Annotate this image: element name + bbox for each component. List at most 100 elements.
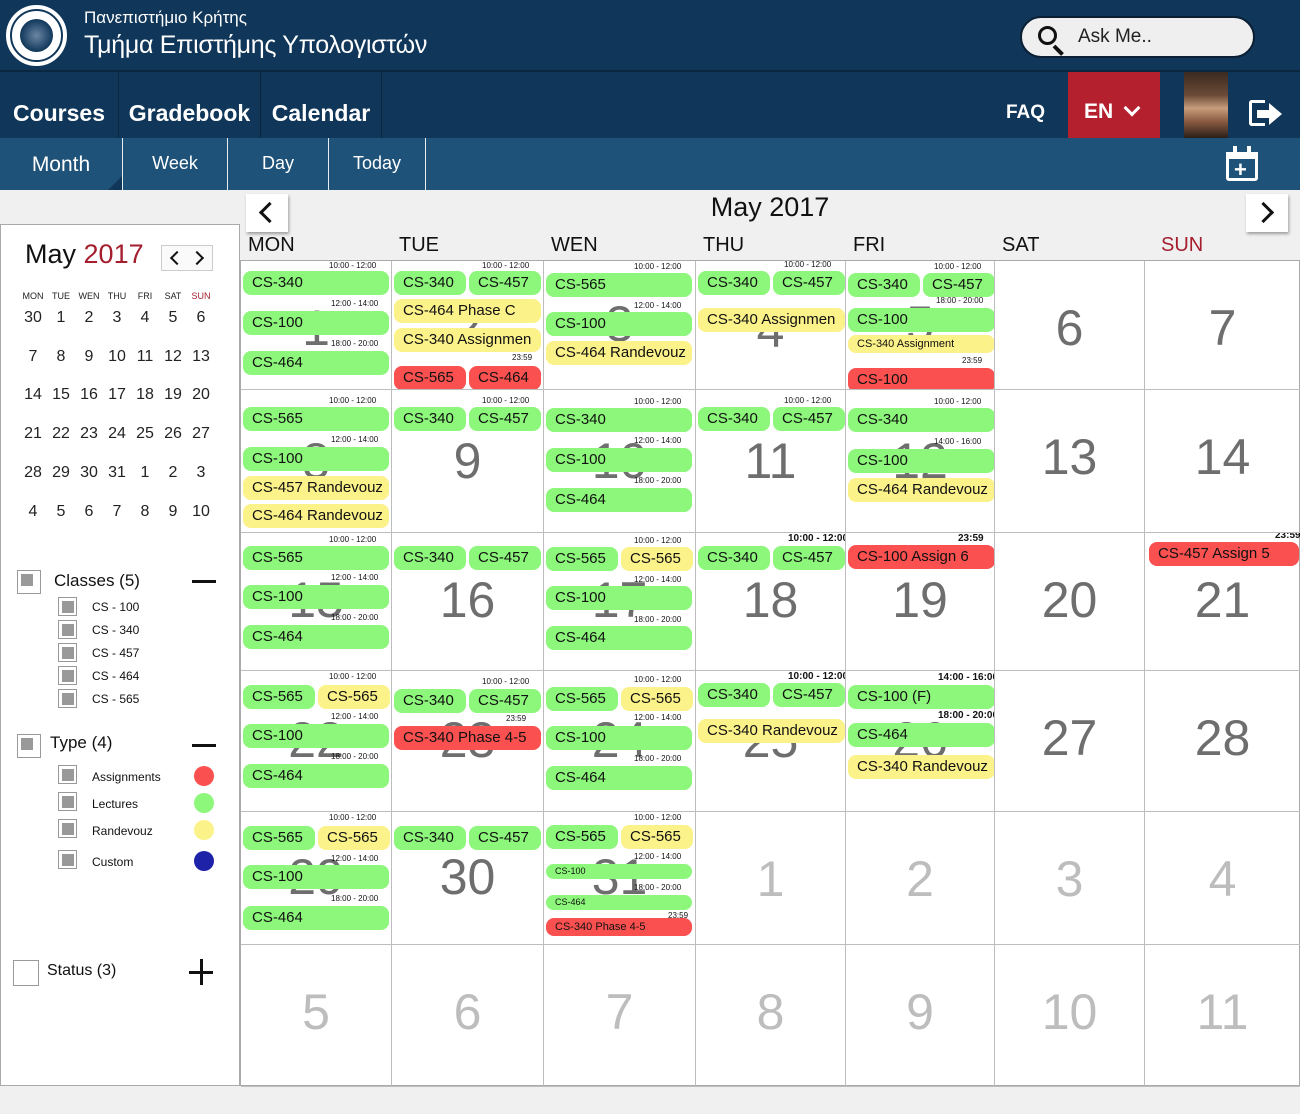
mini-day[interactable]: 27 (187, 425, 215, 443)
day-cell[interactable]: 110:00 - 12:0012:00 - 14:0018:00 - 20:00… (241, 261, 392, 390)
classes-filter-checkbox[interactable] (17, 570, 41, 594)
event-chip[interactable]: CS-565 (546, 687, 618, 711)
nav-faq[interactable]: FAQ (1006, 102, 1045, 124)
event-chip[interactable]: CS-565 (318, 826, 390, 850)
event-chip[interactable]: CS-100 (848, 368, 994, 389)
university-logo[interactable] (3, 2, 70, 69)
day-cell[interactable]: 1010:00 - 12:0012:00 - 14:0018:00 - 20:0… (544, 390, 696, 533)
day-cell[interactable]: 13 (995, 390, 1145, 533)
type-checkbox[interactable] (58, 792, 77, 811)
search-input[interactable]: Ask Me.. (1020, 16, 1255, 58)
day-cell[interactable]: 21 23:59 CS-457 Assign 5 (1145, 533, 1300, 671)
event-chip[interactable]: CS-340 (848, 408, 994, 432)
mini-day[interactable]: 15 (47, 386, 75, 404)
event-chip[interactable]: CS-340 (394, 407, 466, 431)
day-cell[interactable]: 2410:00 - 12:0012:00 - 14:0018:00 - 20:0… (544, 671, 696, 812)
event-chip[interactable]: CS-340 (394, 826, 466, 850)
day-cell[interactable]: 11 10:00 - 12:00 CS-340 CS-457 (696, 390, 846, 533)
day-cell[interactable]: 2614:00 - 16:0018:00 - 20:00CS-100 (F)CS… (846, 671, 995, 812)
class-checkbox[interactable] (58, 666, 77, 685)
event-chip[interactable]: CS-100 (546, 726, 692, 750)
event-chip[interactable]: CS-100 (848, 308, 994, 332)
event-chip[interactable]: CS-100 Assign 6 (848, 545, 994, 569)
day-cell[interactable]: 16 CS-340 CS-457 (392, 533, 544, 671)
mini-day[interactable]: 28 (19, 464, 47, 482)
day-cell[interactable]: 210:00 - 12:0023:59CS-340CS-457CS-464 Ph… (392, 261, 544, 390)
day-cell[interactable]: 810:00 - 12:0012:00 - 14:00CS-565CS-100C… (241, 390, 392, 533)
event-chip[interactable]: CS-464 (243, 906, 389, 930)
event-chip[interactable]: CS-565 (318, 685, 390, 709)
day-cell[interactable]: 9 (846, 945, 995, 1087)
day-cell[interactable]: 7 (1145, 261, 1300, 390)
mini-day[interactable]: 11 (131, 348, 159, 366)
nav-calendar[interactable]: Calendar (261, 72, 382, 140)
day-cell[interactable]: 18 10:00 - 12:00 CS-340 CS-457 (696, 533, 846, 671)
mini-day[interactable]: 1 (131, 464, 159, 482)
day-cell[interactable]: 8 (696, 945, 846, 1087)
event-chip[interactable]: CS-464 (243, 625, 389, 649)
event-chip[interactable]: CS-340 Randevouz (848, 755, 994, 779)
mini-day[interactable]: 8 (131, 503, 159, 521)
mini-day[interactable]: 6 (187, 309, 215, 327)
mini-day[interactable]: 19 (159, 386, 187, 404)
mini-day[interactable]: 21 (19, 425, 47, 443)
day-cell[interactable]: 10 (995, 945, 1145, 1087)
day-cell[interactable]: 2510:00 - 12:00CS-340CS-457CS-340 Randev… (696, 671, 846, 812)
event-chip[interactable]: CS-100 (243, 724, 389, 748)
collapse-type-icon[interactable] (192, 744, 216, 747)
event-chip[interactable]: CS-340 Assignmen (698, 308, 845, 332)
event-chip[interactable]: CS-340 (394, 546, 466, 570)
type-checkbox[interactable] (58, 765, 77, 784)
event-chip[interactable]: CS-340 (394, 689, 466, 713)
event-chip[interactable]: CS-457 (773, 271, 845, 295)
event-chip[interactable]: CS-100 (243, 585, 389, 609)
type-checkbox[interactable] (58, 850, 77, 869)
mini-day[interactable]: 8 (47, 348, 75, 366)
view-month-button[interactable]: Month (0, 138, 123, 190)
mini-day[interactable]: 5 (47, 503, 75, 521)
mini-day[interactable]: 29 (47, 464, 75, 482)
event-chip[interactable]: CS-457 (469, 407, 541, 431)
day-cell[interactable]: 14 (1145, 390, 1300, 533)
day-cell[interactable]: 11 (1145, 945, 1300, 1087)
mini-day[interactable]: 4 (19, 503, 47, 521)
mini-day[interactable]: 20 (187, 386, 215, 404)
logout-icon[interactable] (1249, 100, 1283, 128)
mini-day[interactable]: 4 (131, 309, 159, 327)
type-checkbox[interactable] (58, 819, 77, 838)
event-chip[interactable]: CS-464 (243, 764, 389, 788)
event-chip[interactable]: CS-340 (394, 271, 466, 295)
add-event-icon[interactable]: + (1226, 146, 1260, 182)
day-cell[interactable]: 2210:00 - 12:0012:00 - 14:0018:00 - 20:0… (241, 671, 392, 812)
event-chip[interactable]: CS-340 Assignmen (394, 328, 541, 352)
mini-day[interactable]: 16 (75, 386, 103, 404)
mini-day[interactable]: 10 (103, 348, 131, 366)
day-cell[interactable]: 2310:00 - 12:0023:59CS-340CS-457CS-340 P… (392, 671, 544, 812)
event-chip[interactable]: CS-565 (546, 825, 618, 849)
view-day-button[interactable]: Day (228, 138, 329, 190)
mini-day[interactable]: 13 (187, 348, 215, 366)
event-chip[interactable]: CS-565 (243, 685, 315, 709)
event-chip[interactable]: CS-457 (773, 546, 845, 570)
day-cell[interactable]: 30 CS-340 CS-457 (392, 812, 544, 945)
mini-day[interactable]: 2 (75, 309, 103, 327)
day-cell[interactable]: 9 10:00 - 12:00 CS-340 CS-457 (392, 390, 544, 533)
event-chip[interactable]: CS-100 (546, 312, 692, 336)
event-chip[interactable]: CS-340 (698, 683, 770, 707)
event-chip[interactable]: CS-464 (848, 723, 994, 747)
event-chip[interactable]: CS-457 (469, 689, 541, 713)
event-chip[interactable]: CS-340 Phase 4-5 (394, 726, 541, 750)
mini-day[interactable]: 9 (159, 503, 187, 521)
mini-day[interactable]: 7 (103, 503, 131, 521)
event-chip[interactable]: CS-340 Assignment (848, 335, 994, 353)
event-chip[interactable]: CS-100 (848, 449, 994, 473)
day-cell[interactable]: 6 (995, 261, 1145, 390)
event-chip[interactable]: CS-340 Phase 4-5 (546, 918, 692, 936)
day-cell[interactable]: 20 (995, 533, 1145, 671)
day-cell[interactable]: 2910:00 - 12:0012:00 - 14:0018:00 - 20:0… (241, 812, 392, 945)
day-cell[interactable]: 2 (846, 812, 995, 945)
event-chip[interactable]: CS-100 (243, 865, 389, 889)
class-checkbox[interactable] (58, 643, 77, 662)
event-chip[interactable]: CS-457 (469, 546, 541, 570)
collapse-classes-icon[interactable] (192, 580, 216, 583)
